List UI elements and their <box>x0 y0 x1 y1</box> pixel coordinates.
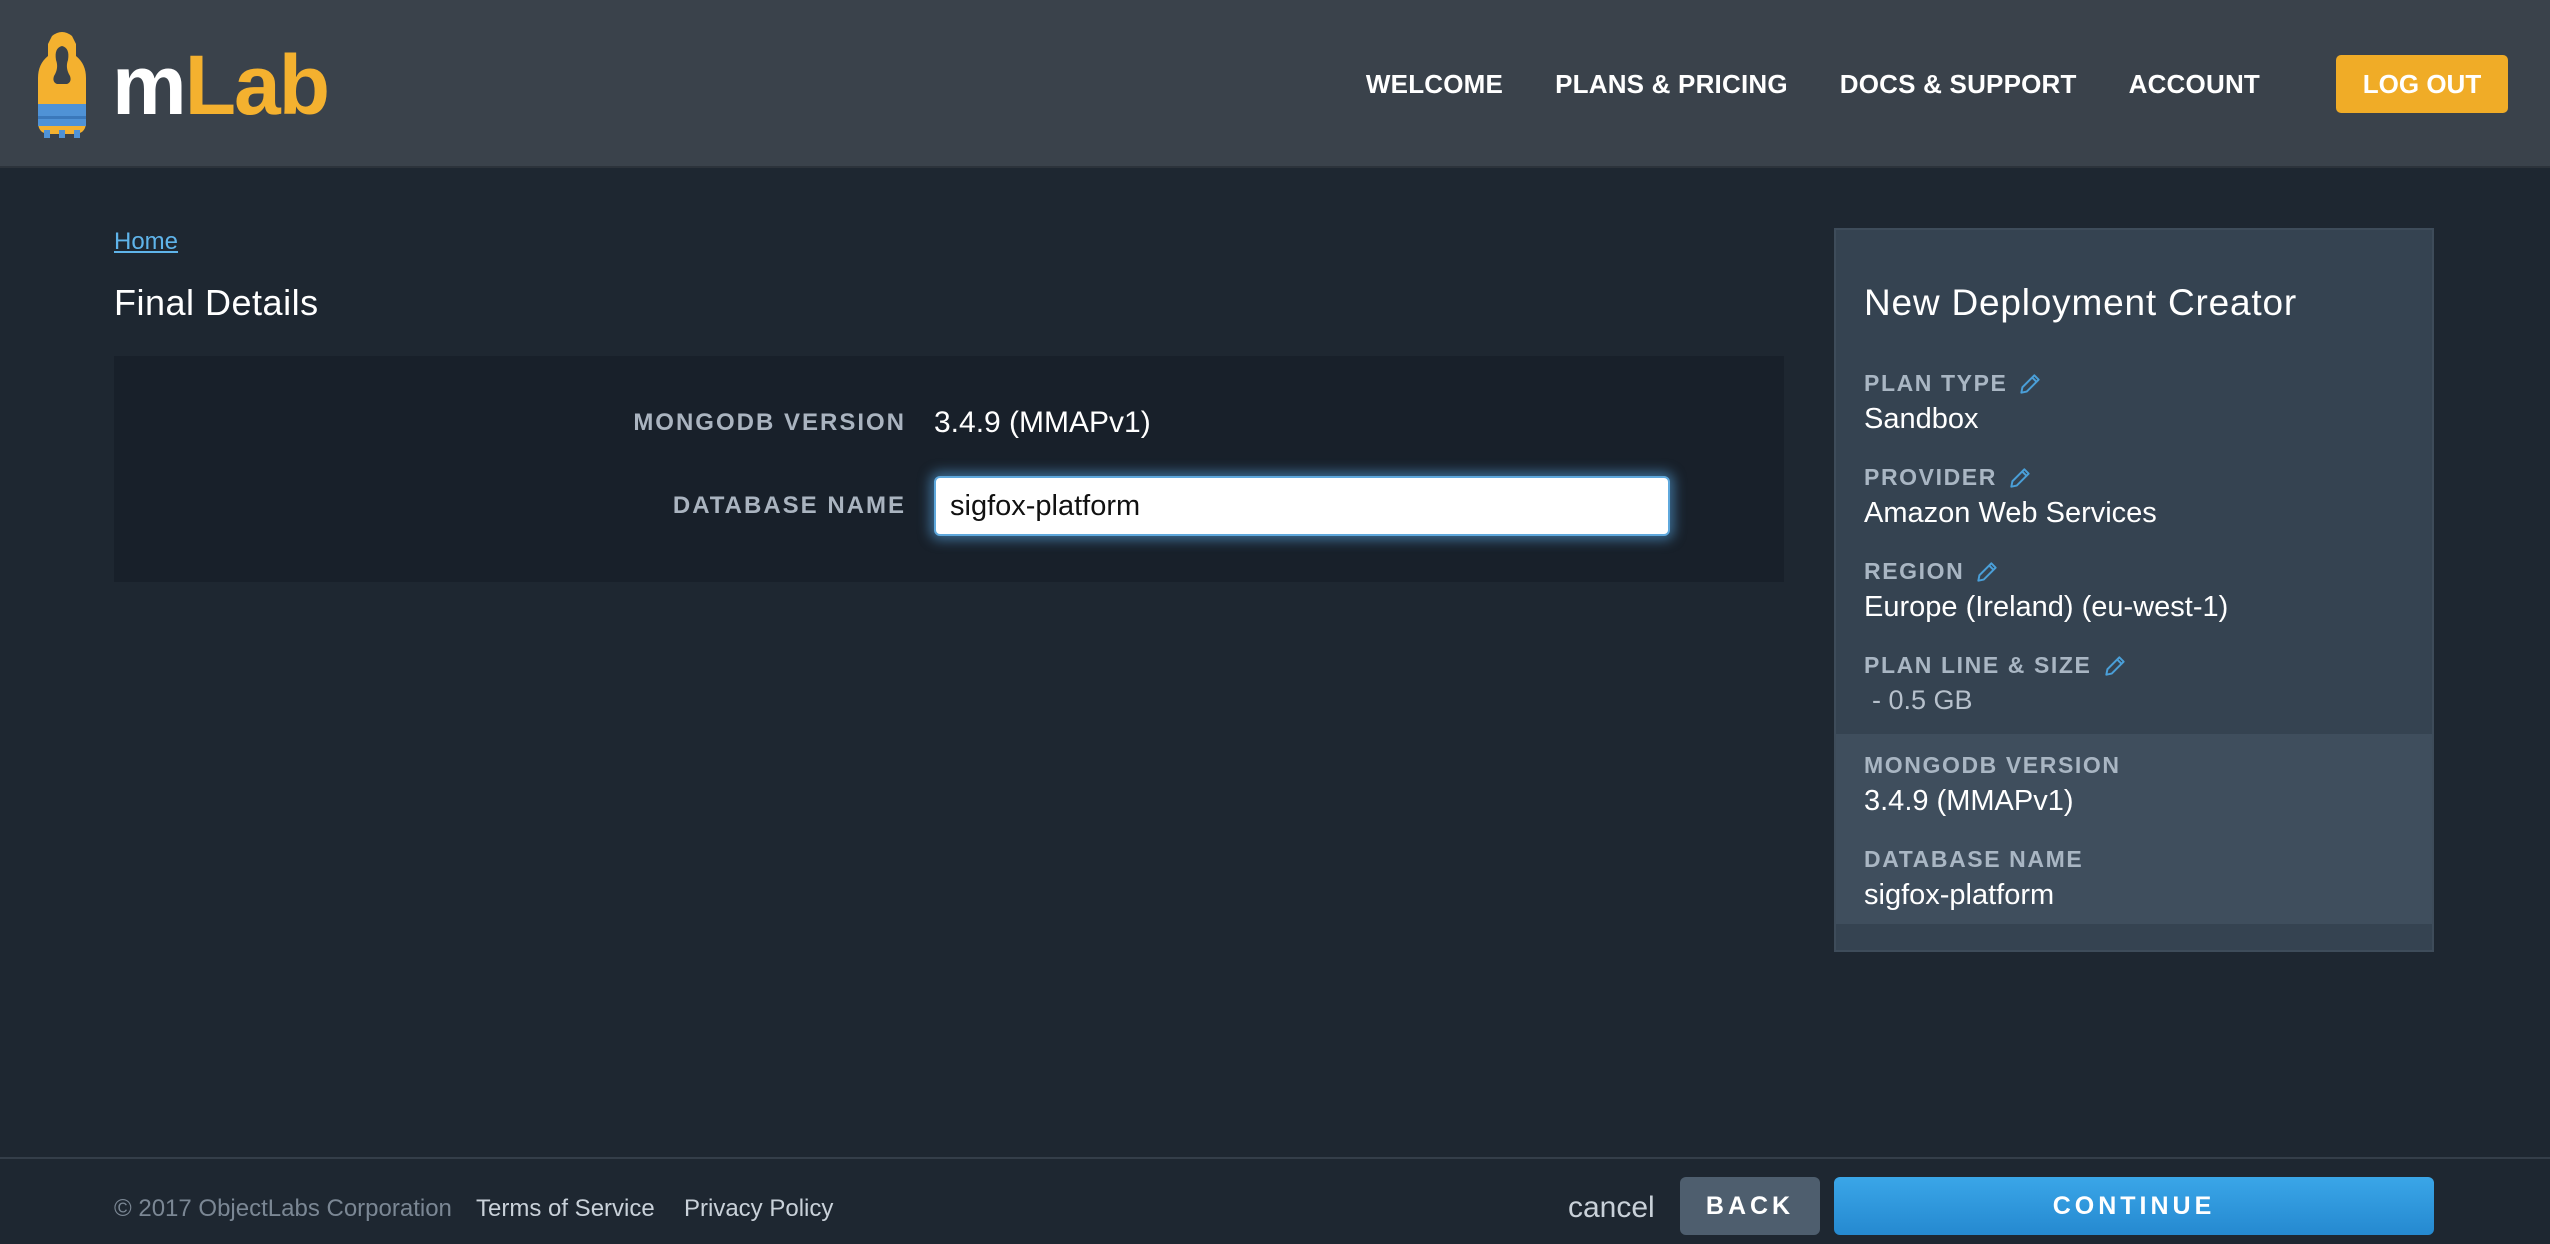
top-header: mLab WELCOME PLANS & PRICING DOCS & SUPP… <box>0 0 2550 168</box>
pencil-icon[interactable] <box>2102 653 2128 679</box>
summary-title: New Deployment Creator <box>1864 282 2297 323</box>
summary-plan-line-size-label: PLAN LINE & SIZE <box>1864 652 2092 678</box>
cancel-link[interactable]: cancel <box>1568 1191 1655 1225</box>
pencil-icon[interactable] <box>2007 465 2033 491</box>
summary-plan-type-label: PLAN TYPE <box>1864 370 2008 396</box>
final-details-form: MONGODB VERSION 3.4.9 (MMAPv1) DATABASE … <box>114 356 1784 582</box>
mongodb-version-row: MONGODB VERSION 3.4.9 (MMAPv1) <box>114 406 1784 440</box>
back-button[interactable]: BACK <box>1680 1177 1820 1235</box>
breadcrumb-home[interactable]: Home <box>114 228 178 256</box>
mongodb-version-value: 3.4.9 (MMAPv1) <box>934 406 1151 439</box>
summary-region-label: REGION <box>1864 558 1965 584</box>
summary-provider: PROVIDER Amazon Web Services <box>1864 464 2424 530</box>
logout-button[interactable]: LOG OUT <box>2336 55 2508 113</box>
summary-plan-type: PLAN TYPE Sandbox <box>1864 370 2424 436</box>
deployment-summary-panel: New Deployment Creator PLAN TYPE Sandbox… <box>1834 228 2434 952</box>
summary-plan-type-value: Sandbox <box>1864 403 1979 435</box>
summary-database-name-label: DATABASE NAME <box>1864 846 2084 872</box>
summary-mongodb-version-label: MONGODB VERSION <box>1864 752 2121 778</box>
page-title: Final Details <box>114 282 319 323</box>
copyright-text: © 2017 ObjectLabs Corporation <box>114 1195 452 1222</box>
continue-button[interactable]: CONTINUE <box>1834 1177 2434 1235</box>
database-name-label: DATABASE NAME <box>672 492 906 519</box>
summary-mongodb-version-value: 3.4.9 (MMAPv1) <box>1864 785 2074 817</box>
main-nav: WELCOME PLANS & PRICING DOCS & SUPPORT A… <box>1366 0 2550 168</box>
summary-provider-value: Amazon Web Services <box>1864 497 2157 529</box>
summary-region-value: Europe (Ireland) (eu-west-1) <box>1864 591 2229 623</box>
nav-account[interactable]: ACCOUNT <box>2129 69 2260 100</box>
terms-of-service-link[interactable]: Terms of Service <box>476 1195 655 1223</box>
summary-mongodb-version: MONGODB VERSION 3.4.9 (MMAPv1) <box>1864 752 2424 818</box>
nav-docs-support[interactable]: DOCS & SUPPORT <box>1840 69 2077 100</box>
pencil-icon[interactable] <box>1974 559 2000 585</box>
summary-provider-label: PROVIDER <box>1864 464 1997 490</box>
summary-database-name-value: sigfox-platform <box>1864 879 2055 911</box>
nav-welcome[interactable]: WELCOME <box>1366 69 1503 100</box>
database-name-input[interactable] <box>934 476 1670 536</box>
summary-region: REGION Europe (Ireland) (eu-west-1) <box>1864 558 2424 624</box>
database-name-row: DATABASE NAME <box>114 476 1784 536</box>
pencil-icon[interactable] <box>2017 371 2043 397</box>
summary-plan-line-size: PLAN LINE & SIZE - 0.5 GB <box>1864 652 2424 716</box>
mlab-bottle-icon <box>38 32 86 138</box>
page-footer: © 2017 ObjectLabs Corporation Terms of S… <box>0 1157 2550 1244</box>
summary-database-name: DATABASE NAME sigfox-platform <box>1864 846 2424 912</box>
logo-wordmark: mLab <box>112 38 330 132</box>
summary-plan-line-size-value: - 0.5 GB <box>1872 685 1973 715</box>
mlab-logo[interactable]: mLab <box>34 30 330 140</box>
nav-plans-pricing[interactable]: PLANS & PRICING <box>1555 69 1788 100</box>
privacy-policy-link[interactable]: Privacy Policy <box>684 1195 833 1223</box>
mongodb-version-label: MONGODB VERSION <box>633 409 906 436</box>
